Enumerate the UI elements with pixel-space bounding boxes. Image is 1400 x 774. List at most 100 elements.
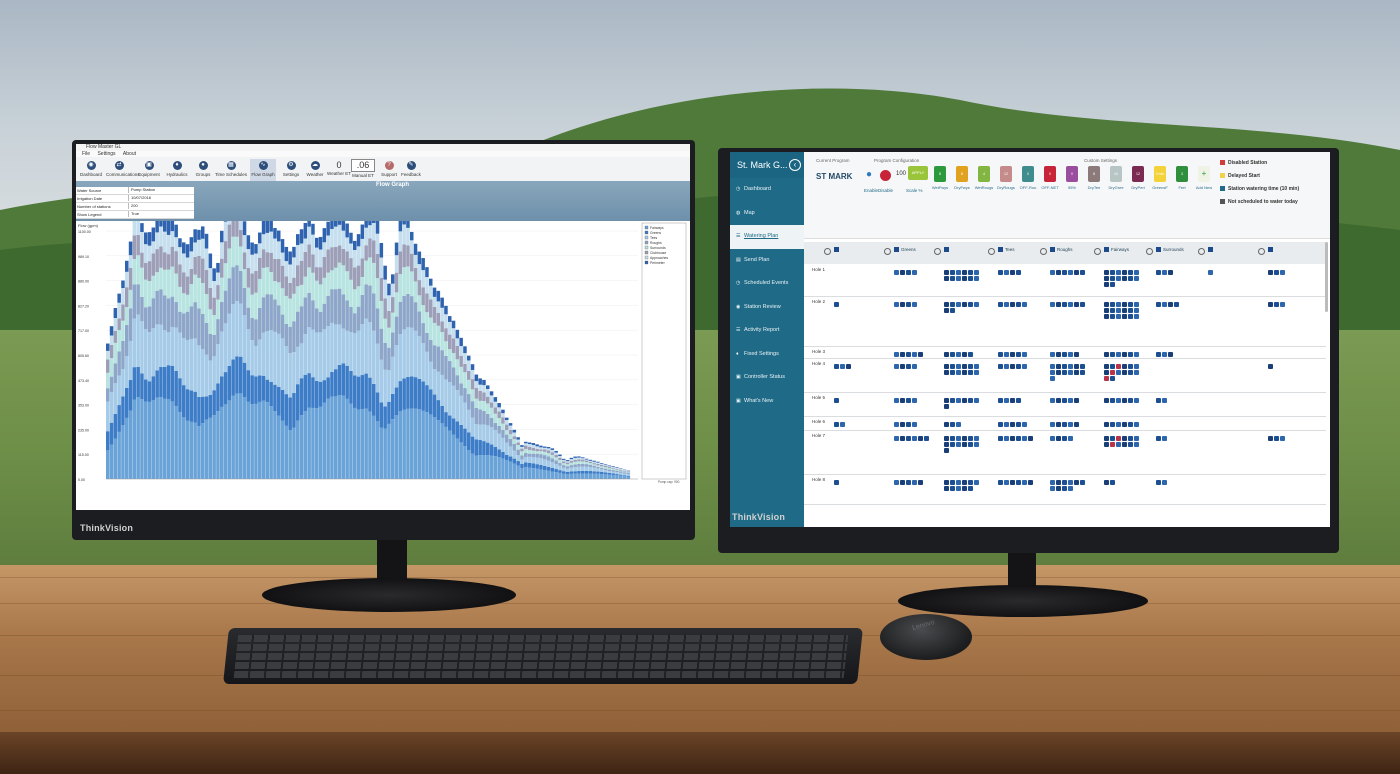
station-chip[interactable] (1128, 422, 1133, 427)
station-chip[interactable] (968, 276, 973, 281)
disable-icon[interactable] (880, 170, 891, 181)
station-chip[interactable] (906, 352, 911, 357)
station-chip[interactable] (944, 442, 949, 447)
custom-setting-tile[interactable]: 4 (978, 166, 990, 182)
station-chip[interactable] (998, 352, 1003, 357)
station-chip[interactable] (1122, 270, 1127, 275)
station-chip[interactable] (1022, 352, 1027, 357)
station-chip[interactable] (1128, 370, 1133, 375)
station-chip[interactable] (1280, 270, 1285, 275)
station-chip[interactable] (1122, 276, 1127, 281)
station-chip[interactable] (1056, 398, 1061, 403)
gear-icon[interactable] (1198, 248, 1205, 255)
station-chip[interactable] (1122, 370, 1127, 375)
custom-setting-tile[interactable]: 0 (1066, 166, 1078, 182)
station-chip[interactable] (944, 302, 949, 307)
station-chip[interactable] (962, 270, 967, 275)
station-chip[interactable] (1010, 398, 1015, 403)
group-header[interactable] (1208, 247, 1215, 252)
station-chip[interactable] (906, 364, 911, 369)
station-chip[interactable] (1134, 398, 1139, 403)
station-chip[interactable] (974, 436, 979, 441)
station-chip[interactable] (1104, 302, 1109, 307)
gear-icon[interactable] (824, 248, 831, 255)
station-chip[interactable] (912, 422, 917, 427)
vertical-scrollbar[interactable] (1325, 242, 1328, 312)
station-chip[interactable] (1050, 422, 1055, 427)
apply-button[interactable]: APPLY (908, 166, 928, 180)
gear-icon[interactable] (1146, 248, 1153, 255)
station-chip[interactable] (944, 370, 949, 375)
station-chip[interactable] (950, 436, 955, 441)
station-chip[interactable] (974, 398, 979, 403)
station-chip[interactable] (974, 364, 979, 369)
toolbar-communications-button[interactable]: ⇄ Communications (106, 159, 140, 181)
station-chip[interactable] (1116, 436, 1121, 441)
station-chip[interactable] (1104, 314, 1109, 319)
station-chip[interactable] (1056, 364, 1061, 369)
station-chip[interactable] (950, 480, 955, 485)
station-chip[interactable] (1062, 352, 1067, 357)
station-chip[interactable] (950, 370, 955, 375)
station-chip[interactable] (956, 276, 961, 281)
nav-item-send-plan[interactable]: ▤ Send Plan (730, 249, 804, 273)
custom-setting-tile[interactable]: + (1198, 166, 1210, 182)
station-chip[interactable] (968, 364, 973, 369)
station-chip[interactable] (998, 398, 1003, 403)
station-chip[interactable] (1268, 270, 1273, 275)
station-chip[interactable] (956, 364, 961, 369)
current-program-name[interactable]: ST MARK (816, 172, 852, 181)
station-chip[interactable] (1050, 398, 1055, 403)
station-chip[interactable] (1056, 352, 1061, 357)
gear-icon[interactable] (884, 248, 891, 255)
station-chip[interactable] (962, 480, 967, 485)
station-chip[interactable] (1122, 422, 1127, 427)
station-chip[interactable] (1122, 302, 1127, 307)
station-chip[interactable] (950, 302, 955, 307)
station-count-input[interactable]: 200 (128, 203, 193, 209)
station-chip[interactable] (1056, 436, 1061, 441)
station-chip[interactable] (1162, 398, 1167, 403)
station-chip[interactable] (1128, 352, 1133, 357)
station-chip[interactable] (1110, 376, 1115, 381)
station-chip[interactable] (906, 398, 911, 403)
station-chip[interactable] (1134, 308, 1139, 313)
station-chip[interactable] (968, 302, 973, 307)
station-chip[interactable] (962, 436, 967, 441)
station-chip[interactable] (1116, 302, 1121, 307)
custom-setting-tile[interactable]: 12 (1132, 166, 1144, 182)
station-chip[interactable] (900, 352, 905, 357)
station-chip[interactable] (834, 302, 839, 307)
station-chip[interactable] (944, 308, 949, 313)
station-chip[interactable] (1162, 270, 1167, 275)
station-chip[interactable] (918, 352, 923, 357)
station-chip[interactable] (1080, 302, 1085, 307)
station-chip[interactable] (1004, 422, 1009, 427)
toolbar-hydraulics-button[interactable]: ♦ Hydraulics (164, 159, 190, 181)
group-header[interactable] (944, 247, 951, 252)
station-chip[interactable] (912, 270, 917, 275)
station-chip[interactable] (974, 442, 979, 447)
station-chip[interactable] (1156, 352, 1161, 357)
station-chip[interactable] (1004, 352, 1009, 357)
station-chip[interactable] (968, 480, 973, 485)
station-chip[interactable] (998, 270, 1003, 275)
gear-icon[interactable] (934, 248, 941, 255)
station-chip[interactable] (894, 364, 899, 369)
toolbar-feedback-button[interactable]: ✎ Feedback (398, 159, 424, 181)
nav-item-dashboard[interactable]: ◷ Dashboard (730, 178, 804, 202)
station-chip[interactable] (1104, 364, 1109, 369)
station-chip[interactable] (956, 480, 961, 485)
station-chip[interactable] (1056, 270, 1061, 275)
nav-item-station-review[interactable]: ◉ Station Review (730, 296, 804, 320)
station-chip[interactable] (944, 398, 949, 403)
station-chip[interactable] (1068, 422, 1073, 427)
station-chip[interactable] (1110, 308, 1115, 313)
station-chip[interactable] (1122, 398, 1127, 403)
station-chip[interactable] (1134, 270, 1139, 275)
station-chip[interactable] (944, 276, 949, 281)
water-drop-icon[interactable]: ● (866, 169, 874, 183)
station-chip[interactable] (962, 486, 967, 491)
station-chip[interactable] (1116, 442, 1121, 447)
station-chip[interactable] (1116, 422, 1121, 427)
